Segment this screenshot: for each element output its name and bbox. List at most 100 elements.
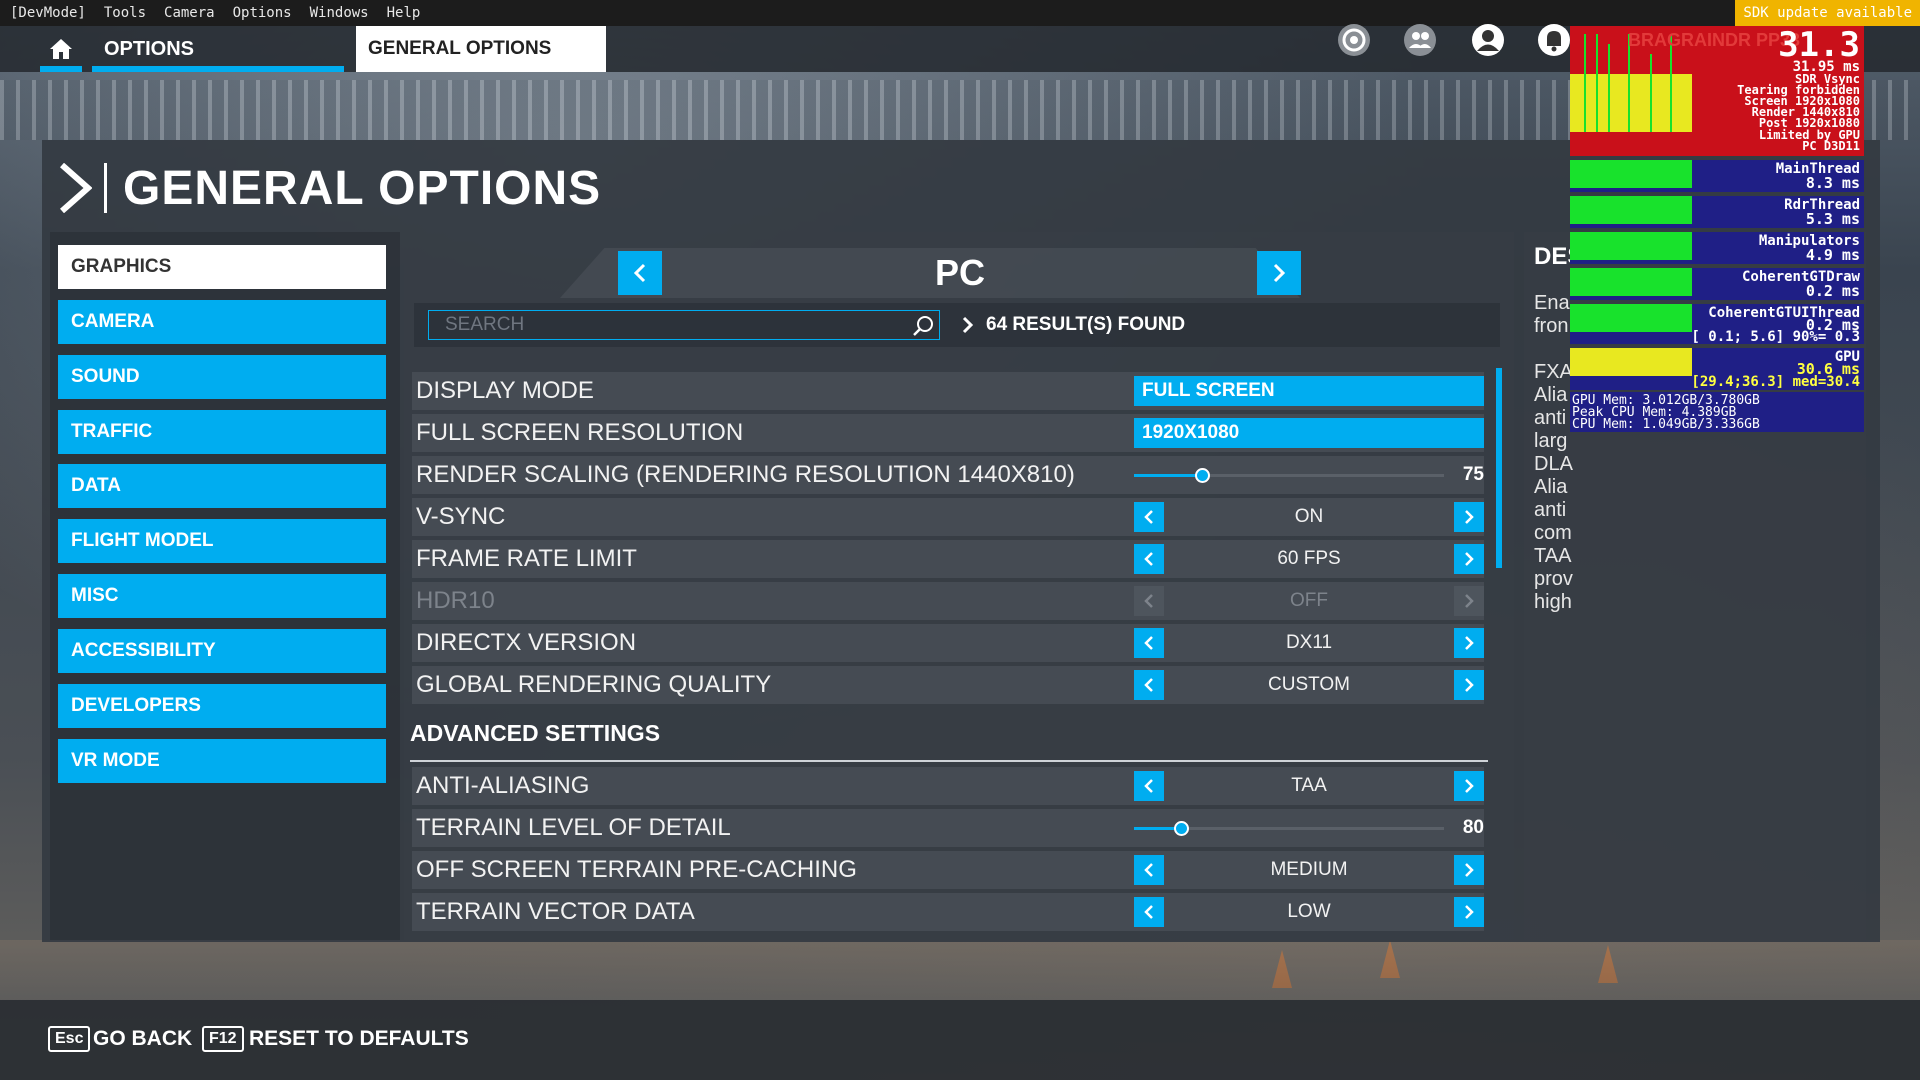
advanced-settings-heading: ADVANCED SETTINGS xyxy=(410,720,661,746)
friends-icon[interactable] xyxy=(1400,20,1440,60)
sidebar-item-data[interactable]: DATA xyxy=(58,464,386,508)
home-icon xyxy=(50,39,72,59)
terrain-vector-prev-button[interactable] xyxy=(1134,897,1164,927)
thread-extra: [ 0.1; 5.6] 90%= 0.3 xyxy=(1691,329,1860,345)
anti-aliasing-next-button[interactable] xyxy=(1454,771,1484,801)
sidebar-item-misc[interactable]: MISC xyxy=(58,574,386,618)
chevron-left-icon xyxy=(633,263,646,283)
slider-value: 75 xyxy=(1462,464,1484,485)
sidebar-item-accessibility[interactable]: ACCESSIBILITY xyxy=(58,629,386,673)
traffic-cone xyxy=(1272,950,1292,988)
menu-help[interactable]: Help xyxy=(387,5,421,21)
f12-key-badge: F12 xyxy=(202,1026,244,1052)
frame-rate-prev-button[interactable] xyxy=(1134,544,1164,574)
page-title-text: GENERAL OPTIONS xyxy=(123,161,602,215)
thread-main: MainThread 8.3 ms xyxy=(1570,160,1864,192)
terrain-vector-next-button[interactable] xyxy=(1454,897,1484,927)
setting-label: FULL SCREEN RESOLUTION xyxy=(416,419,744,446)
activity-icon[interactable] xyxy=(1334,20,1374,60)
chevron-left-icon xyxy=(1144,905,1153,919)
setting-row-global-quality: GLOBAL RENDERING QUALITY CUSTOM xyxy=(412,666,1484,704)
chevron-right-icon xyxy=(1465,678,1474,692)
cpu-mem: CPU Mem: 1.049GB/3.336GB xyxy=(1572,417,1760,432)
resolution-dropdown[interactable]: 1920X1080 xyxy=(1134,418,1484,448)
thread-ms: 4.9 ms xyxy=(1805,246,1860,264)
chevron-left-icon xyxy=(1144,594,1153,608)
display-mode-dropdown[interactable]: FULL SCREEN xyxy=(1134,376,1484,406)
slider-thumb[interactable] xyxy=(1195,468,1211,483)
description-line: anti xyxy=(1534,407,1567,429)
menu-camera[interactable]: Camera xyxy=(164,5,215,21)
setting-label: RENDER SCALING (RENDERING RESOLUTION 144… xyxy=(416,461,1075,488)
tab-general-label: GENERAL OPTIONS xyxy=(368,38,552,59)
sidebar-item-graphics[interactable]: GRAPHICS xyxy=(58,245,386,289)
global-quality-value: CUSTOM xyxy=(1268,674,1350,695)
sidebar-item-vr-mode[interactable]: VR MODE xyxy=(58,739,386,783)
platform-prev-button[interactable] xyxy=(618,251,662,295)
sidebar-item-camera[interactable]: CAMERA xyxy=(58,300,386,344)
debug-line: PC D3D11 xyxy=(1802,139,1860,153)
vsync-prev-button[interactable] xyxy=(1134,502,1164,532)
description-line: high xyxy=(1534,591,1572,613)
sidebar-item-developers[interactable]: DEVELOPERS xyxy=(58,684,386,728)
global-quality-prev-button[interactable] xyxy=(1134,670,1164,700)
directx-prev-button[interactable] xyxy=(1134,628,1164,658)
fps-debug-overlay: BRAGRAINDR PP33 31.3 31.95 ms SDR Vsync T… xyxy=(1570,26,1864,441)
hdr10-prev-button xyxy=(1134,586,1164,616)
menu-devmode[interactable]: [DevMode] xyxy=(10,5,86,21)
terrain-precache-prev-button[interactable] xyxy=(1134,855,1164,885)
chevron-left-icon xyxy=(1144,636,1153,650)
vsync-value: ON xyxy=(1294,506,1324,527)
description-line: Alia xyxy=(1534,384,1568,406)
thread-bar xyxy=(1570,160,1692,188)
chevron-left-icon xyxy=(1144,678,1153,692)
notification-icon[interactable] xyxy=(1534,20,1574,60)
search-icon[interactable] xyxy=(912,314,936,338)
chevron-left-icon xyxy=(1144,510,1153,524)
frame-rate-next-button[interactable] xyxy=(1454,544,1484,574)
vsync-next-button[interactable] xyxy=(1454,502,1484,532)
platform-next-button[interactable] xyxy=(1257,251,1301,295)
thread-extra: [29.4;36.3] med=30.4 xyxy=(1691,374,1860,390)
chevron-right-icon xyxy=(962,316,974,334)
setting-label: OFF SCREEN TERRAIN PRE-CACHING xyxy=(416,856,857,883)
tab-options-label: OPTIONS xyxy=(104,37,195,60)
menu-options[interactable]: Options xyxy=(233,5,292,21)
go-back-button[interactable]: GO BACK xyxy=(93,1027,192,1051)
sidebar-item-label: GRAPHICS xyxy=(71,256,172,277)
tab-options[interactable]: OPTIONS xyxy=(92,26,344,72)
menu-windows[interactable]: Windows xyxy=(310,5,369,21)
setting-row-resolution: FULL SCREEN RESOLUTION 1920X1080 xyxy=(412,414,1484,452)
description-line: com xyxy=(1534,522,1572,544)
chevron-right-icon xyxy=(1465,552,1474,566)
reset-defaults-button[interactable]: RESET TO DEFAULTS xyxy=(249,1027,469,1051)
search-input[interactable]: SEARCH xyxy=(428,310,940,340)
sidebar-item-traffic[interactable]: TRAFFIC xyxy=(58,410,386,454)
thread-render: RdrThread 5.3 ms xyxy=(1570,196,1864,228)
terrain-precache-next-button[interactable] xyxy=(1454,855,1484,885)
setting-label: TERRAIN VECTOR DATA xyxy=(416,898,695,925)
home-button[interactable] xyxy=(40,26,82,72)
debug-gpu-lines: Limited by GPU PC D3D11 xyxy=(1759,129,1860,153)
setting-row-render-scaling: RENDER SCALING (RENDERING RESOLUTION 144… xyxy=(412,456,1484,494)
slider-thumb[interactable] xyxy=(1173,821,1189,836)
anti-aliasing-prev-button[interactable] xyxy=(1134,771,1164,801)
terrain-lod-slider[interactable] xyxy=(1134,821,1444,836)
sidebar-item-sound[interactable]: SOUND xyxy=(58,355,386,399)
global-quality-next-button[interactable] xyxy=(1454,670,1484,700)
sidebar-item-label: DATA xyxy=(71,475,121,496)
menu-tools[interactable]: Tools xyxy=(104,5,146,21)
profile-icon[interactable] xyxy=(1468,20,1508,60)
settings-scrollbar[interactable] xyxy=(1496,368,1502,568)
setting-label: DISPLAY MODE xyxy=(416,377,594,404)
platform-label: PC xyxy=(934,252,985,293)
frame-rate-value: 60 FPS xyxy=(1277,548,1341,569)
sdk-update-badge[interactable]: SDK update available xyxy=(1735,0,1920,26)
tab-general-options[interactable]: GENERAL OPTIONS xyxy=(356,26,606,72)
directx-next-button[interactable] xyxy=(1454,628,1484,658)
setting-label: HDR10 xyxy=(416,587,495,614)
sidebar-item-flight-model[interactable]: FLIGHT MODEL xyxy=(58,519,386,563)
render-scaling-slider[interactable] xyxy=(1134,468,1444,483)
chevron-left-icon xyxy=(1144,779,1153,793)
thread-manipulators: Manipulators 4.9 ms xyxy=(1570,232,1864,264)
